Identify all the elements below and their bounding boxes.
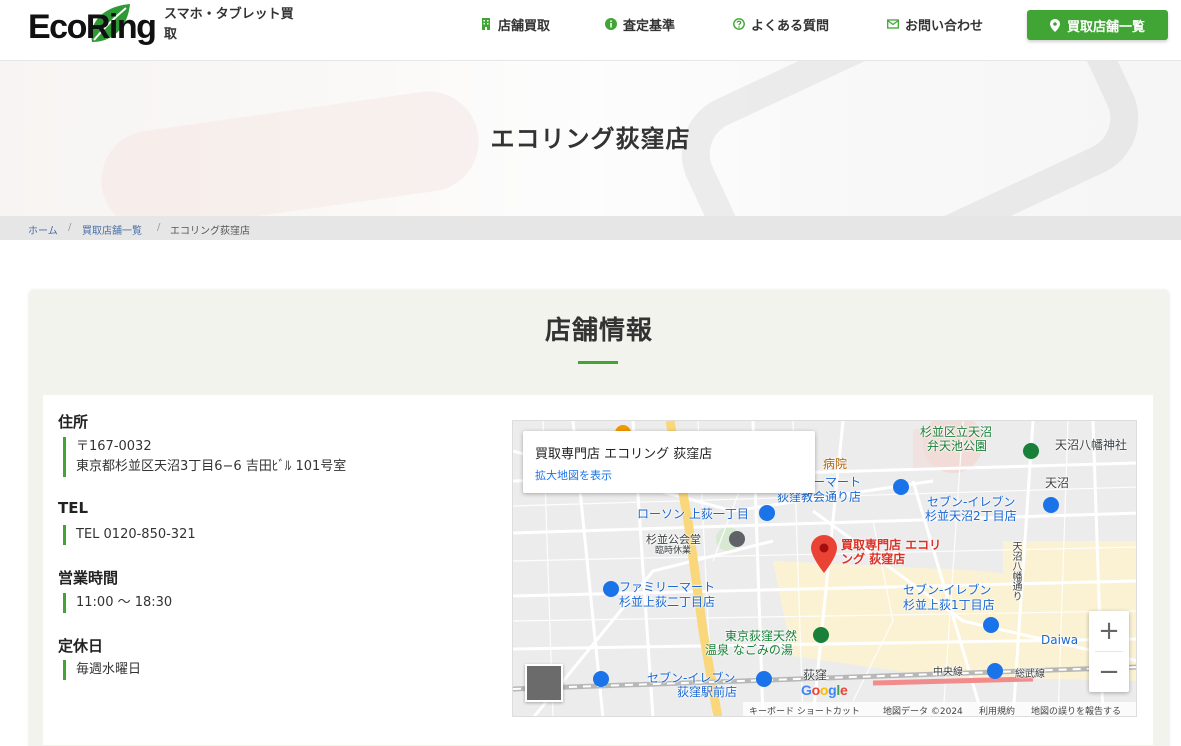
onsen-poi-icon[interactable] bbox=[813, 627, 829, 643]
ecoring-logo[interactable]: EcoRing bbox=[28, 4, 157, 48]
convenience-store-poi-icon[interactable] bbox=[603, 581, 619, 597]
hero-banner: エコリング荻窪店 bbox=[0, 61, 1181, 216]
map-place-label: 杉並天沼2丁目店 bbox=[925, 509, 1017, 523]
nav-label: 店舗買取 bbox=[498, 18, 551, 34]
shrine-poi-icon[interactable] bbox=[1023, 443, 1039, 459]
tel-block: TEL 0120-850-321 bbox=[63, 525, 196, 545]
title-underline bbox=[578, 361, 618, 364]
store-info-card: 店舗情報 住所 〒167-0032 東京都杉並区天沼3丁目6−6 吉田ﾋﾞﾙ 1… bbox=[30, 290, 1168, 746]
tel-number[interactable]: TEL 0120-850-321 bbox=[76, 525, 196, 545]
page-title: エコリング荻窪店 bbox=[490, 125, 691, 153]
hours-block: 11:00 〜 18:30 bbox=[63, 593, 172, 613]
breadcrumb-separator: / bbox=[68, 222, 72, 233]
map-place-label: 天沼八幡通り bbox=[1010, 541, 1021, 601]
nav-store-purchase[interactable]: 店舗買取 bbox=[480, 14, 550, 34]
store-info-panel: 住所 〒167-0032 東京都杉並区天沼3丁目6−6 吉田ﾋﾞﾙ 101号室 … bbox=[43, 395, 1153, 745]
pin-label: 買取専門店 エコリング 荻窪店 bbox=[841, 538, 942, 566]
postal-code: 〒167-0032 bbox=[76, 439, 152, 454]
breadcrumb: ホーム / 買取店舗一覧 / エコリング荻窪店 bbox=[0, 216, 1181, 240]
nav-assessment-criteria[interactable]: 査定基準 bbox=[605, 14, 675, 34]
map-place-label: 弁天池公園 bbox=[927, 439, 988, 453]
section-title: 店舗情報 bbox=[544, 316, 653, 346]
music-venue-poi-icon[interactable] bbox=[729, 531, 745, 547]
site-header: EcoRing スマホ・タブレット買取 店舗買取 査定基準 よくある質問 お問い… bbox=[0, 0, 1181, 61]
header-tagline: スマホ・タブレット買取 bbox=[164, 7, 294, 42]
address-label: 住所 bbox=[58, 413, 89, 431]
report-error-link[interactable]: 地図の誤りを報告する bbox=[1031, 704, 1121, 716]
map-place-label: ローソン 上荻一丁目 bbox=[637, 507, 749, 521]
convenience-store-poi-icon[interactable] bbox=[983, 617, 999, 633]
map-data-attribution: 地図データ ©2024 bbox=[883, 707, 963, 717]
map-info-window: 買取専門店 エコリング 荻窪店 拡大地図を表示 bbox=[523, 431, 815, 493]
map-marker-icon bbox=[1049, 18, 1060, 32]
convenience-store-poi-icon[interactable] bbox=[1043, 497, 1059, 513]
logo-text: EcoRing bbox=[28, 8, 157, 46]
convenience-store-poi-icon[interactable] bbox=[593, 671, 609, 687]
nav-label: お問い合わせ bbox=[905, 18, 984, 34]
map-place-label: 天沼 bbox=[1045, 476, 1070, 490]
map-info-title: 買取専門店 エコリング 荻窪店 bbox=[535, 447, 713, 462]
convenience-store-poi-icon[interactable] bbox=[893, 479, 909, 495]
map-place-label: 総武線 bbox=[1015, 669, 1045, 680]
map-place-label: 天沼八幡神社 bbox=[1055, 438, 1128, 452]
breadcrumb-separator: / bbox=[157, 222, 161, 233]
closed-label: 定休日 bbox=[58, 637, 104, 655]
address-block: 〒167-0032 東京都杉並区天沼3丁目6−6 吉田ﾋﾞﾙ 101号室 bbox=[63, 437, 346, 477]
view-larger-map-link[interactable]: 拡大地図を表示 bbox=[535, 467, 612, 483]
info-circle-icon bbox=[605, 18, 617, 30]
building-icon bbox=[482, 18, 490, 30]
google-map[interactable]: 杉並区立天沼 弁天池公園 天沼八幡神社 天沼 病院 ーマート 荻窪教会通り店 セ… bbox=[512, 420, 1137, 717]
map-footer: キーボード ショートカット 地図データ ©2024 利用規約 地図の誤りを報告す… bbox=[743, 702, 1136, 717]
map-place-label: 荻窪駅前店 bbox=[677, 685, 738, 699]
google-logo: Google bbox=[801, 682, 848, 698]
location-pin-icon[interactable] bbox=[811, 535, 837, 573]
address-text: 東京都杉並区天沼3丁目6−6 吉田ﾋﾞﾙ 101号室 bbox=[76, 459, 347, 474]
nav-faq[interactable]: よくある質問 bbox=[733, 14, 829, 34]
map-place-label: 荻窪 bbox=[803, 668, 828, 682]
breadcrumb-store-list[interactable]: 買取店舗一覧 bbox=[82, 222, 142, 237]
business-hours: 11:00 〜 18:30 bbox=[76, 595, 173, 610]
zoom-controls: + − bbox=[1089, 611, 1129, 692]
hours-label: 営業時間 bbox=[58, 569, 119, 587]
keyboard-shortcuts-link[interactable]: キーボード ショートカット bbox=[749, 704, 860, 716]
nav-label: よくある質問 bbox=[751, 18, 830, 34]
breadcrumb-current: エコリング荻窪店 bbox=[170, 226, 250, 237]
convenience-store-poi-icon[interactable] bbox=[987, 663, 1003, 679]
question-circle-icon bbox=[733, 18, 745, 30]
breadcrumb-home[interactable]: ホーム bbox=[28, 222, 58, 237]
convenience-store-poi-icon[interactable] bbox=[756, 671, 772, 687]
map-place-label: 杉並上荻1丁目店 bbox=[903, 598, 995, 612]
zoom-out-button[interactable]: − bbox=[1089, 652, 1129, 692]
map-place-label: Daiwa bbox=[1041, 633, 1079, 647]
map-place-label: 温泉 なごみの湯 bbox=[705, 643, 793, 657]
nav-contact[interactable]: お問い合わせ bbox=[887, 14, 983, 34]
store-list-button[interactable]: 買取店舗一覧 bbox=[1027, 10, 1168, 40]
closed-block: 毎週水曜日 bbox=[63, 660, 141, 680]
tel-label: TEL bbox=[58, 499, 89, 517]
zoom-in-button[interactable]: + bbox=[1089, 611, 1129, 651]
map-place-label: 臨時休業 bbox=[655, 546, 692, 556]
terms-link[interactable]: 利用規約 bbox=[979, 704, 1015, 716]
store-list-button-label: 買取店舗一覧 bbox=[1066, 19, 1145, 35]
map-place-label: 杉並上荻二丁目店 bbox=[619, 595, 716, 609]
closed-days: 毎週水曜日 bbox=[76, 662, 142, 677]
satellite-view-toggle[interactable] bbox=[525, 664, 563, 702]
map-place-label: 病院 bbox=[823, 457, 848, 471]
convenience-store-poi-icon[interactable] bbox=[759, 505, 775, 521]
nav-label: 査定基準 bbox=[623, 18, 676, 34]
envelope-icon bbox=[887, 19, 899, 29]
map-place-label: 中央線 bbox=[933, 667, 963, 678]
